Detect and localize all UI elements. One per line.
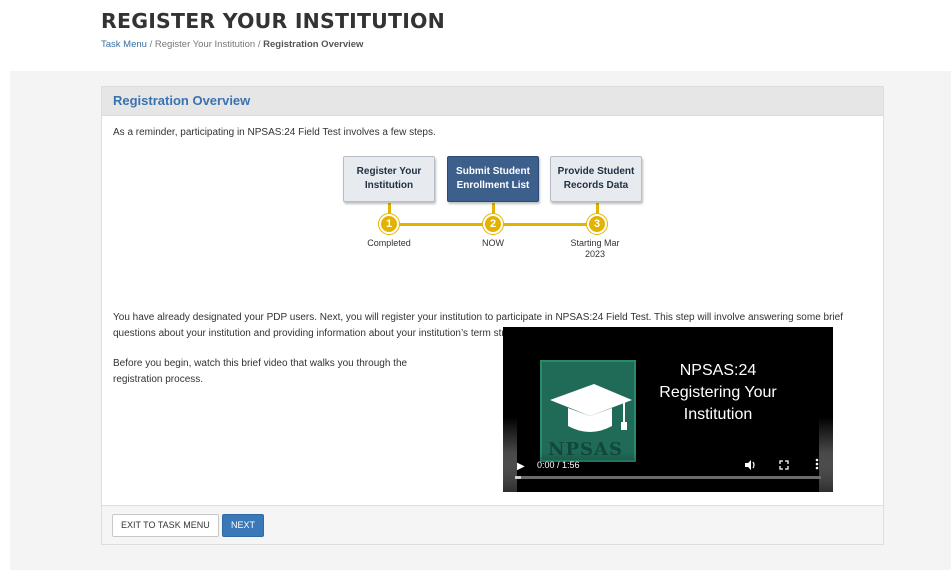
exit-to-task-menu-button[interactable]: EXIT TO TASK MENU (112, 514, 219, 537)
step-3-status: Starting Mar 2023 (570, 238, 620, 259)
step-3-number-badge: 3 (587, 214, 607, 234)
registration-overview-panel: Registration Overview As a reminder, par… (101, 86, 884, 545)
page-header: REGISTER YOUR INSTITUTION Task Menu / Re… (101, 8, 445, 50)
panel-footer: EXIT TO TASK MENU NEXT (102, 505, 883, 544)
next-button[interactable]: NEXT (222, 514, 265, 537)
npsas-logo: NPSAS (540, 360, 636, 462)
step-3-box: Provide Student Records Data (550, 156, 642, 202)
step-1-box: Register Your Institution (343, 156, 435, 202)
video-player[interactable]: NPSAS NPSAS:24 Registering Your Institut… (503, 327, 833, 492)
video-controls (503, 452, 833, 492)
step-1-status: Completed (367, 238, 411, 248)
more-vertical-icon[interactable] (815, 458, 819, 472)
breadcrumb-task-menu-link[interactable]: Task Menu (101, 39, 147, 50)
video-intro-text: Before you begin, watch this brief video… (113, 358, 408, 385)
breadcrumb-separator: / (149, 39, 153, 50)
video-title: NPSAS:24 Registering Your Institution (659, 362, 777, 423)
step-2-number-badge: 2 (483, 214, 503, 234)
volume-icon[interactable] (745, 460, 756, 472)
step-1-number-badge: 1 (379, 214, 399, 234)
panel-body: As a reminder, participating in NPSAS:24… (102, 116, 883, 506)
step-1-label: Register Your Institution (356, 166, 422, 191)
panel-heading: Registration Overview (102, 87, 883, 116)
page-title: REGISTER YOUR INSTITUTION (101, 9, 446, 33)
step-2-box: Submit Student Enrollment List (447, 156, 539, 202)
video-time: 0:00 / 1:56 (537, 460, 580, 470)
breadcrumb: Task Menu / Register Your Institution / … (101, 39, 445, 50)
video-progress-fill (515, 476, 522, 479)
fullscreen-icon[interactable] (779, 460, 789, 472)
video-progress-bar[interactable] (515, 476, 821, 479)
step-2-label: Submit Student Enrollment List (456, 166, 530, 191)
play-icon[interactable]: ▶ (517, 461, 525, 472)
step-2-status: NOW (482, 238, 504, 248)
breadcrumb-current: Registration Overview (263, 39, 364, 50)
breadcrumb-separator: / (257, 39, 261, 50)
step-3-label: Provide Student Records Data (557, 166, 635, 191)
breadcrumb-register-link[interactable]: Register Your Institution (155, 39, 255, 50)
intro-text: As a reminder, participating in NPSAS:24… (113, 127, 436, 138)
